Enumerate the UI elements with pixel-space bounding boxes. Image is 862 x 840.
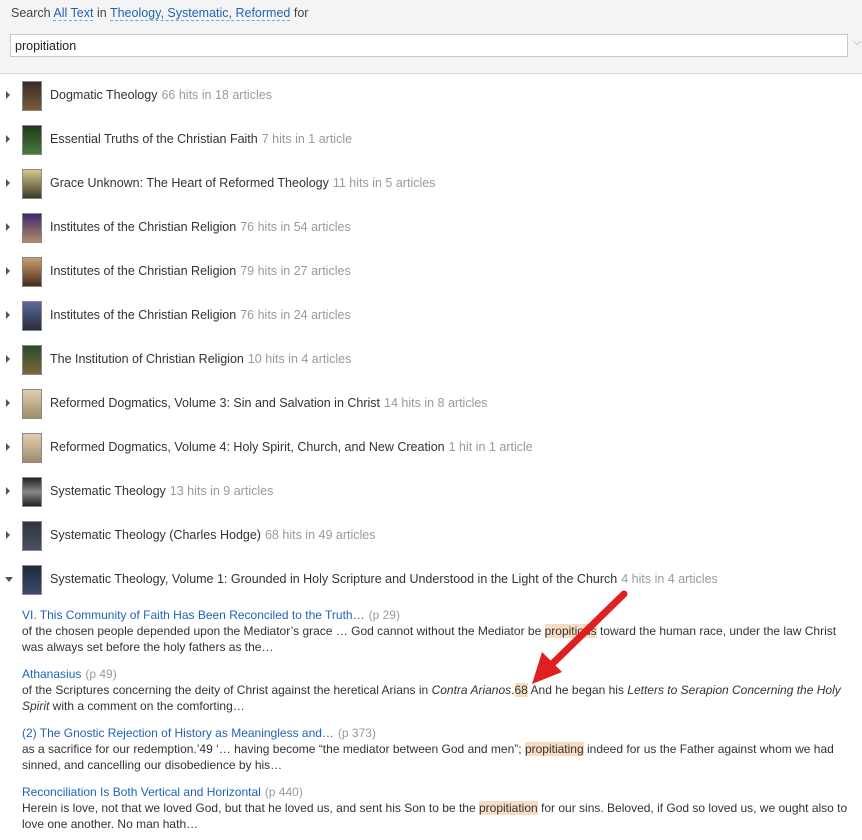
book-cover-thumbnail [22, 125, 42, 155]
book-row[interactable]: Essential Truths of the Christian Faith 7… [0, 118, 862, 162]
scope-link[interactable]: All Text [53, 6, 94, 21]
book-title[interactable]: Reformed Dogmatics, Volume 4: Holy Spiri… [50, 440, 533, 454]
article-link[interactable]: (2) The Gnostic Rejection of History as … [22, 726, 334, 740]
search-panel: Search All Text in Theology, Systematic,… [0, 0, 862, 74]
search-description: Search All Text in Theology, Systematic,… [11, 6, 309, 21]
expand-triangle-icon[interactable] [6, 91, 10, 99]
expand-triangle-icon[interactable] [6, 311, 10, 319]
highlighted-hit[interactable]: propitious [544, 624, 597, 638]
expand-triangle-icon[interactable] [6, 179, 10, 187]
hit-count: 66 hits in 18 articles [161, 88, 272, 102]
book-row[interactable]: Grace Unknown: The Heart of Reformed The… [0, 162, 862, 206]
book-cover-thumbnail [22, 565, 42, 595]
page-reference: (p 440) [264, 785, 303, 799]
book-cover-thumbnail [22, 345, 42, 375]
expand-triangle-icon[interactable] [6, 267, 10, 275]
hit-count: 11 hits in 5 articles [332, 176, 436, 190]
book-title[interactable]: Institutes of the Christian Religion 76 h… [50, 308, 351, 322]
article-link[interactable]: Reconciliation Is Both Vertical and Hori… [22, 785, 261, 799]
book-cover-thumbnail [22, 213, 42, 243]
book-row[interactable]: Systematic Theology 13 hits in 9 articles [0, 470, 862, 514]
book-title[interactable]: Reformed Dogmatics, Volume 3: Sin and Sa… [50, 396, 488, 410]
book-cover-thumbnail [22, 257, 42, 287]
hit-count: 79 hits in 27 articles [240, 264, 351, 278]
book-row-expanded[interactable]: Systematic Theology, Volume 1: Grounded … [0, 558, 862, 602]
snippet-text: of the chosen people depended upon the M… [22, 624, 837, 654]
search-prefix: Search [11, 6, 51, 20]
book-cover-thumbnail [22, 301, 42, 331]
highlighted-hit[interactable]: 68 [514, 683, 528, 697]
book-cover-thumbnail [22, 169, 42, 199]
hit-count: 1 hit in 1 article [448, 440, 533, 454]
hit-count: 14 hits in 8 articles [384, 396, 488, 410]
book-title[interactable]: Systematic Theology (Charles Hodge) 68 hi… [50, 528, 375, 542]
expand-triangle-icon[interactable] [6, 443, 10, 451]
page-reference: (p 29) [368, 608, 400, 622]
hit-count: 7 hits in 1 article [261, 132, 353, 146]
snippet-text: Herein is love, not that we loved God, b… [22, 801, 848, 831]
search-input[interactable] [10, 34, 848, 57]
article-link[interactable]: VI. This Community of Faith Has Been Rec… [22, 608, 365, 622]
book-cover-thumbnail [22, 433, 42, 463]
hit-count: 10 hits in 4 articles [247, 352, 352, 366]
expand-triangle-icon[interactable] [6, 531, 10, 539]
hit-count: 76 hits in 24 articles [240, 308, 351, 322]
book-title[interactable]: The Institution of Christian Religion 10 … [50, 352, 351, 366]
snippet-text: of the Scriptures concerning the deity o… [22, 683, 841, 713]
collection-link[interactable]: Theology, Systematic, Reformed [109, 6, 291, 21]
chevron-down-icon[interactable]: ⌵ [853, 36, 861, 49]
book-title[interactable]: Dogmatic Theology 66 hits in 18 articles [50, 88, 272, 102]
search-result-snippet: Athanasius (p 49) of the Scriptures conce… [22, 666, 858, 714]
book-cover-thumbnail [22, 477, 42, 507]
book-row[interactable]: The Institution of Christian Religion 10 … [0, 338, 862, 382]
expand-triangle-icon[interactable] [6, 399, 10, 407]
hit-count: 13 hits in 9 articles [169, 484, 274, 498]
search-result-snippet: (2) The Gnostic Rejection of History as … [22, 725, 858, 773]
article-link[interactable]: Athanasius [22, 667, 81, 681]
book-title[interactable]: Institutes of the Christian Religion 76 h… [50, 220, 351, 234]
for-word: for [293, 6, 309, 20]
book-cover-thumbnail [22, 389, 42, 419]
hit-count: 4 hits in 4 articles [621, 572, 718, 586]
hit-count: 76 hits in 54 articles [240, 220, 351, 234]
book-cover-thumbnail [22, 521, 42, 551]
search-result-snippet: Reconciliation Is Both Vertical and Hori… [22, 784, 858, 832]
expand-triangle-icon[interactable] [6, 135, 10, 143]
book-row[interactable]: Institutes of the Christian Religion 76 h… [0, 294, 862, 338]
page-reference: (p 49) [85, 667, 117, 681]
snippet-text: as a sacrifice for our redemption.’49 ‘…… [22, 742, 834, 772]
expand-triangle-icon[interactable] [6, 355, 10, 363]
expand-triangle-icon[interactable] [6, 487, 10, 495]
book-cover-thumbnail [22, 81, 42, 111]
book-row[interactable]: Reformed Dogmatics, Volume 4: Holy Spiri… [0, 426, 862, 470]
book-title[interactable]: Systematic Theology, Volume 1: Grounded … [50, 572, 718, 586]
book-row[interactable]: Institutes of the Christian Religion 79 h… [0, 250, 862, 294]
collapse-triangle-icon[interactable] [5, 577, 13, 582]
book-title[interactable]: Systematic Theology 13 hits in 9 articles [50, 484, 273, 498]
hit-count: 68 hits in 49 articles [264, 528, 376, 542]
search-result-snippet: VI. This Community of Faith Has Been Rec… [22, 607, 858, 655]
book-row[interactable]: Systematic Theology (Charles Hodge) 68 hi… [0, 514, 862, 558]
book-row[interactable]: Dogmatic Theology 66 hits in 18 articles [0, 74, 862, 118]
book-title[interactable]: Institutes of the Christian Religion 79 h… [50, 264, 351, 278]
book-row[interactable]: Institutes of the Christian Religion 76 h… [0, 206, 862, 250]
page-reference: (p 373) [337, 726, 376, 740]
book-title[interactable]: Grace Unknown: The Heart of Reformed The… [50, 176, 435, 190]
highlighted-hit[interactable]: propitiation [478, 801, 538, 815]
highlighted-hit[interactable]: propitiating [524, 742, 584, 756]
book-row[interactable]: Reformed Dogmatics, Volume 3: Sin and Sa… [0, 382, 862, 426]
in-word: in [96, 6, 107, 20]
book-title[interactable]: Essential Truths of the Christian Faith 7… [50, 132, 352, 146]
expand-triangle-icon[interactable] [6, 223, 10, 231]
